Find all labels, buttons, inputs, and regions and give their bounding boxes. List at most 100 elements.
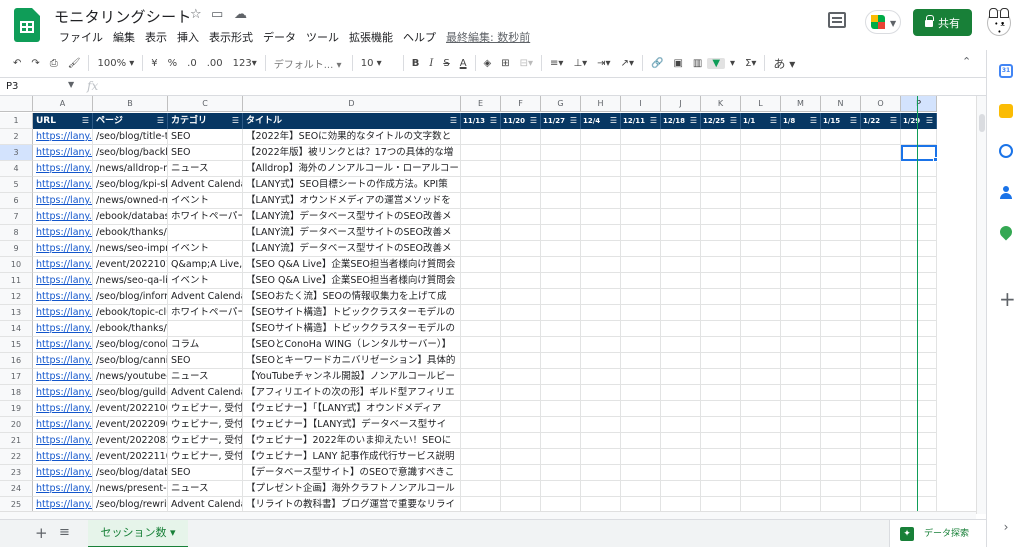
cell-empty[interactable] [621, 369, 661, 385]
cell-empty[interactable] [621, 289, 661, 305]
cell-empty[interactable] [741, 209, 781, 225]
horizontal-align-icon[interactable]: ≡▾ [545, 58, 568, 69]
cell-empty[interactable] [741, 177, 781, 193]
cell-empty[interactable] [581, 225, 621, 241]
cell-url[interactable]: https://lany.c [33, 209, 93, 225]
column-header[interactable]: E [461, 96, 501, 112]
cell-empty[interactable] [821, 193, 861, 209]
cell-empty[interactable] [821, 305, 861, 321]
cell-empty[interactable] [821, 433, 861, 449]
cell-empty[interactable] [901, 241, 937, 257]
menu-edit[interactable]: 編集 [108, 29, 140, 45]
cell-empty[interactable] [781, 353, 821, 369]
cell-title[interactable]: 【LANY式】SEO目標シートの作成方法。KPI策 [243, 177, 461, 193]
row-header[interactable]: 10 [0, 257, 33, 273]
cell-empty[interactable] [581, 369, 621, 385]
cell-empty[interactable] [701, 321, 741, 337]
cell-empty[interactable] [581, 417, 621, 433]
cell-empty[interactable] [701, 417, 741, 433]
cell-empty[interactable] [781, 209, 821, 225]
row-header[interactable]: 19 [0, 401, 33, 417]
cell-category[interactable]: ホワイトペーパー [168, 305, 243, 321]
cell-empty[interactable] [821, 257, 861, 273]
cell-empty[interactable] [701, 145, 741, 161]
italic-button[interactable]: I [424, 58, 438, 69]
cell-empty[interactable] [701, 241, 741, 257]
cell-empty[interactable] [461, 465, 501, 481]
filter-toggle-icon[interactable]: ☰ [157, 113, 164, 129]
font-select[interactable]: デフォルト... ▾ [269, 56, 349, 71]
cell-empty[interactable] [741, 257, 781, 273]
zoom-select[interactable]: 100% ▾ [92, 58, 139, 69]
cell-empty[interactable] [541, 337, 581, 353]
filter-toggle-icon[interactable]: ☰ [530, 113, 537, 129]
cell-category[interactable]: イベント [168, 193, 243, 209]
cell-empty[interactable] [541, 465, 581, 481]
column-header[interactable]: K [701, 96, 741, 112]
cell-empty[interactable] [901, 401, 937, 417]
row-header[interactable]: 1 [0, 113, 33, 129]
filter-toggle-icon[interactable]: ☰ [232, 113, 239, 129]
cell-empty[interactable] [621, 241, 661, 257]
cell-empty[interactable] [821, 209, 861, 225]
cell-empty[interactable] [621, 305, 661, 321]
cell-empty[interactable] [541, 289, 581, 305]
cell-page[interactable]: /ebook/thanks/da [93, 225, 168, 241]
cell-empty[interactable] [701, 177, 741, 193]
column-title-date[interactable]: 1/15 ☰ [821, 113, 861, 129]
cell-empty[interactable] [621, 433, 661, 449]
text-wrap-icon[interactable]: ⇥▾ [592, 58, 615, 69]
cell-empty[interactable] [701, 465, 741, 481]
row-header[interactable]: 23 [0, 465, 33, 481]
cell-empty[interactable] [781, 305, 821, 321]
cell-empty[interactable] [621, 161, 661, 177]
cell-empty[interactable] [461, 129, 501, 145]
cell-empty[interactable] [541, 273, 581, 289]
cell-empty[interactable] [661, 161, 701, 177]
cell-empty[interactable] [541, 401, 581, 417]
cell-empty[interactable] [501, 305, 541, 321]
cell-page[interactable]: /seo/blog/kpi-she [93, 177, 168, 193]
cell-empty[interactable] [901, 481, 937, 497]
cell-category[interactable]: ウェビナー, 受付 [168, 433, 243, 449]
cell-empty[interactable] [701, 305, 741, 321]
column-header[interactable]: N [821, 96, 861, 112]
cell-title[interactable]: 【LANY式】オウンドメディアの運営メソッドを [243, 193, 461, 209]
cell-empty[interactable] [781, 401, 821, 417]
cell-empty[interactable] [661, 417, 701, 433]
horizontal-scrollbar[interactable] [0, 511, 976, 519]
cell-url[interactable]: https://lany.c [33, 417, 93, 433]
cell-empty[interactable] [541, 417, 581, 433]
cell-empty[interactable] [661, 193, 701, 209]
filter-toggle-icon[interactable]: ☰ [690, 113, 697, 129]
borders-icon[interactable]: ⊞ [496, 58, 514, 69]
cell-empty[interactable] [621, 353, 661, 369]
font-size-select[interactable]: 10 ▾ [356, 58, 400, 69]
cell-url[interactable]: https://lany.c [33, 241, 93, 257]
cell-empty[interactable] [781, 225, 821, 241]
column-header[interactable]: J [661, 96, 701, 112]
cell-page[interactable]: /seo/blog/informa [93, 289, 168, 305]
column-title-page[interactable]: ページ ☰ [93, 113, 168, 129]
column-header[interactable]: L [741, 96, 781, 112]
cell-url[interactable]: https://lany.c [33, 385, 93, 401]
filter-toggle-icon[interactable]: ☰ [570, 113, 577, 129]
cell-empty[interactable] [741, 225, 781, 241]
row-header[interactable]: 18 [0, 385, 33, 401]
cell-empty[interactable] [861, 465, 901, 481]
cell-category[interactable]: SEO [168, 465, 243, 481]
more-formats-select[interactable]: 123▾ [228, 58, 262, 69]
row-header[interactable]: 15 [0, 337, 33, 353]
cell-empty[interactable] [821, 385, 861, 401]
cell-empty[interactable] [461, 305, 501, 321]
functions-icon[interactable]: Σ▾ [740, 58, 761, 69]
star-icon[interactable]: ☆ [190, 7, 202, 22]
row-header[interactable]: 16 [0, 353, 33, 369]
cell-title[interactable]: 【アフィリエイトの次の形】ギルド型アフィリエ [243, 385, 461, 401]
cell-empty[interactable] [501, 337, 541, 353]
cell-empty[interactable] [701, 289, 741, 305]
cell-empty[interactable] [501, 321, 541, 337]
cell-empty[interactable] [741, 353, 781, 369]
cell-empty[interactable] [661, 273, 701, 289]
cell-empty[interactable] [581, 321, 621, 337]
